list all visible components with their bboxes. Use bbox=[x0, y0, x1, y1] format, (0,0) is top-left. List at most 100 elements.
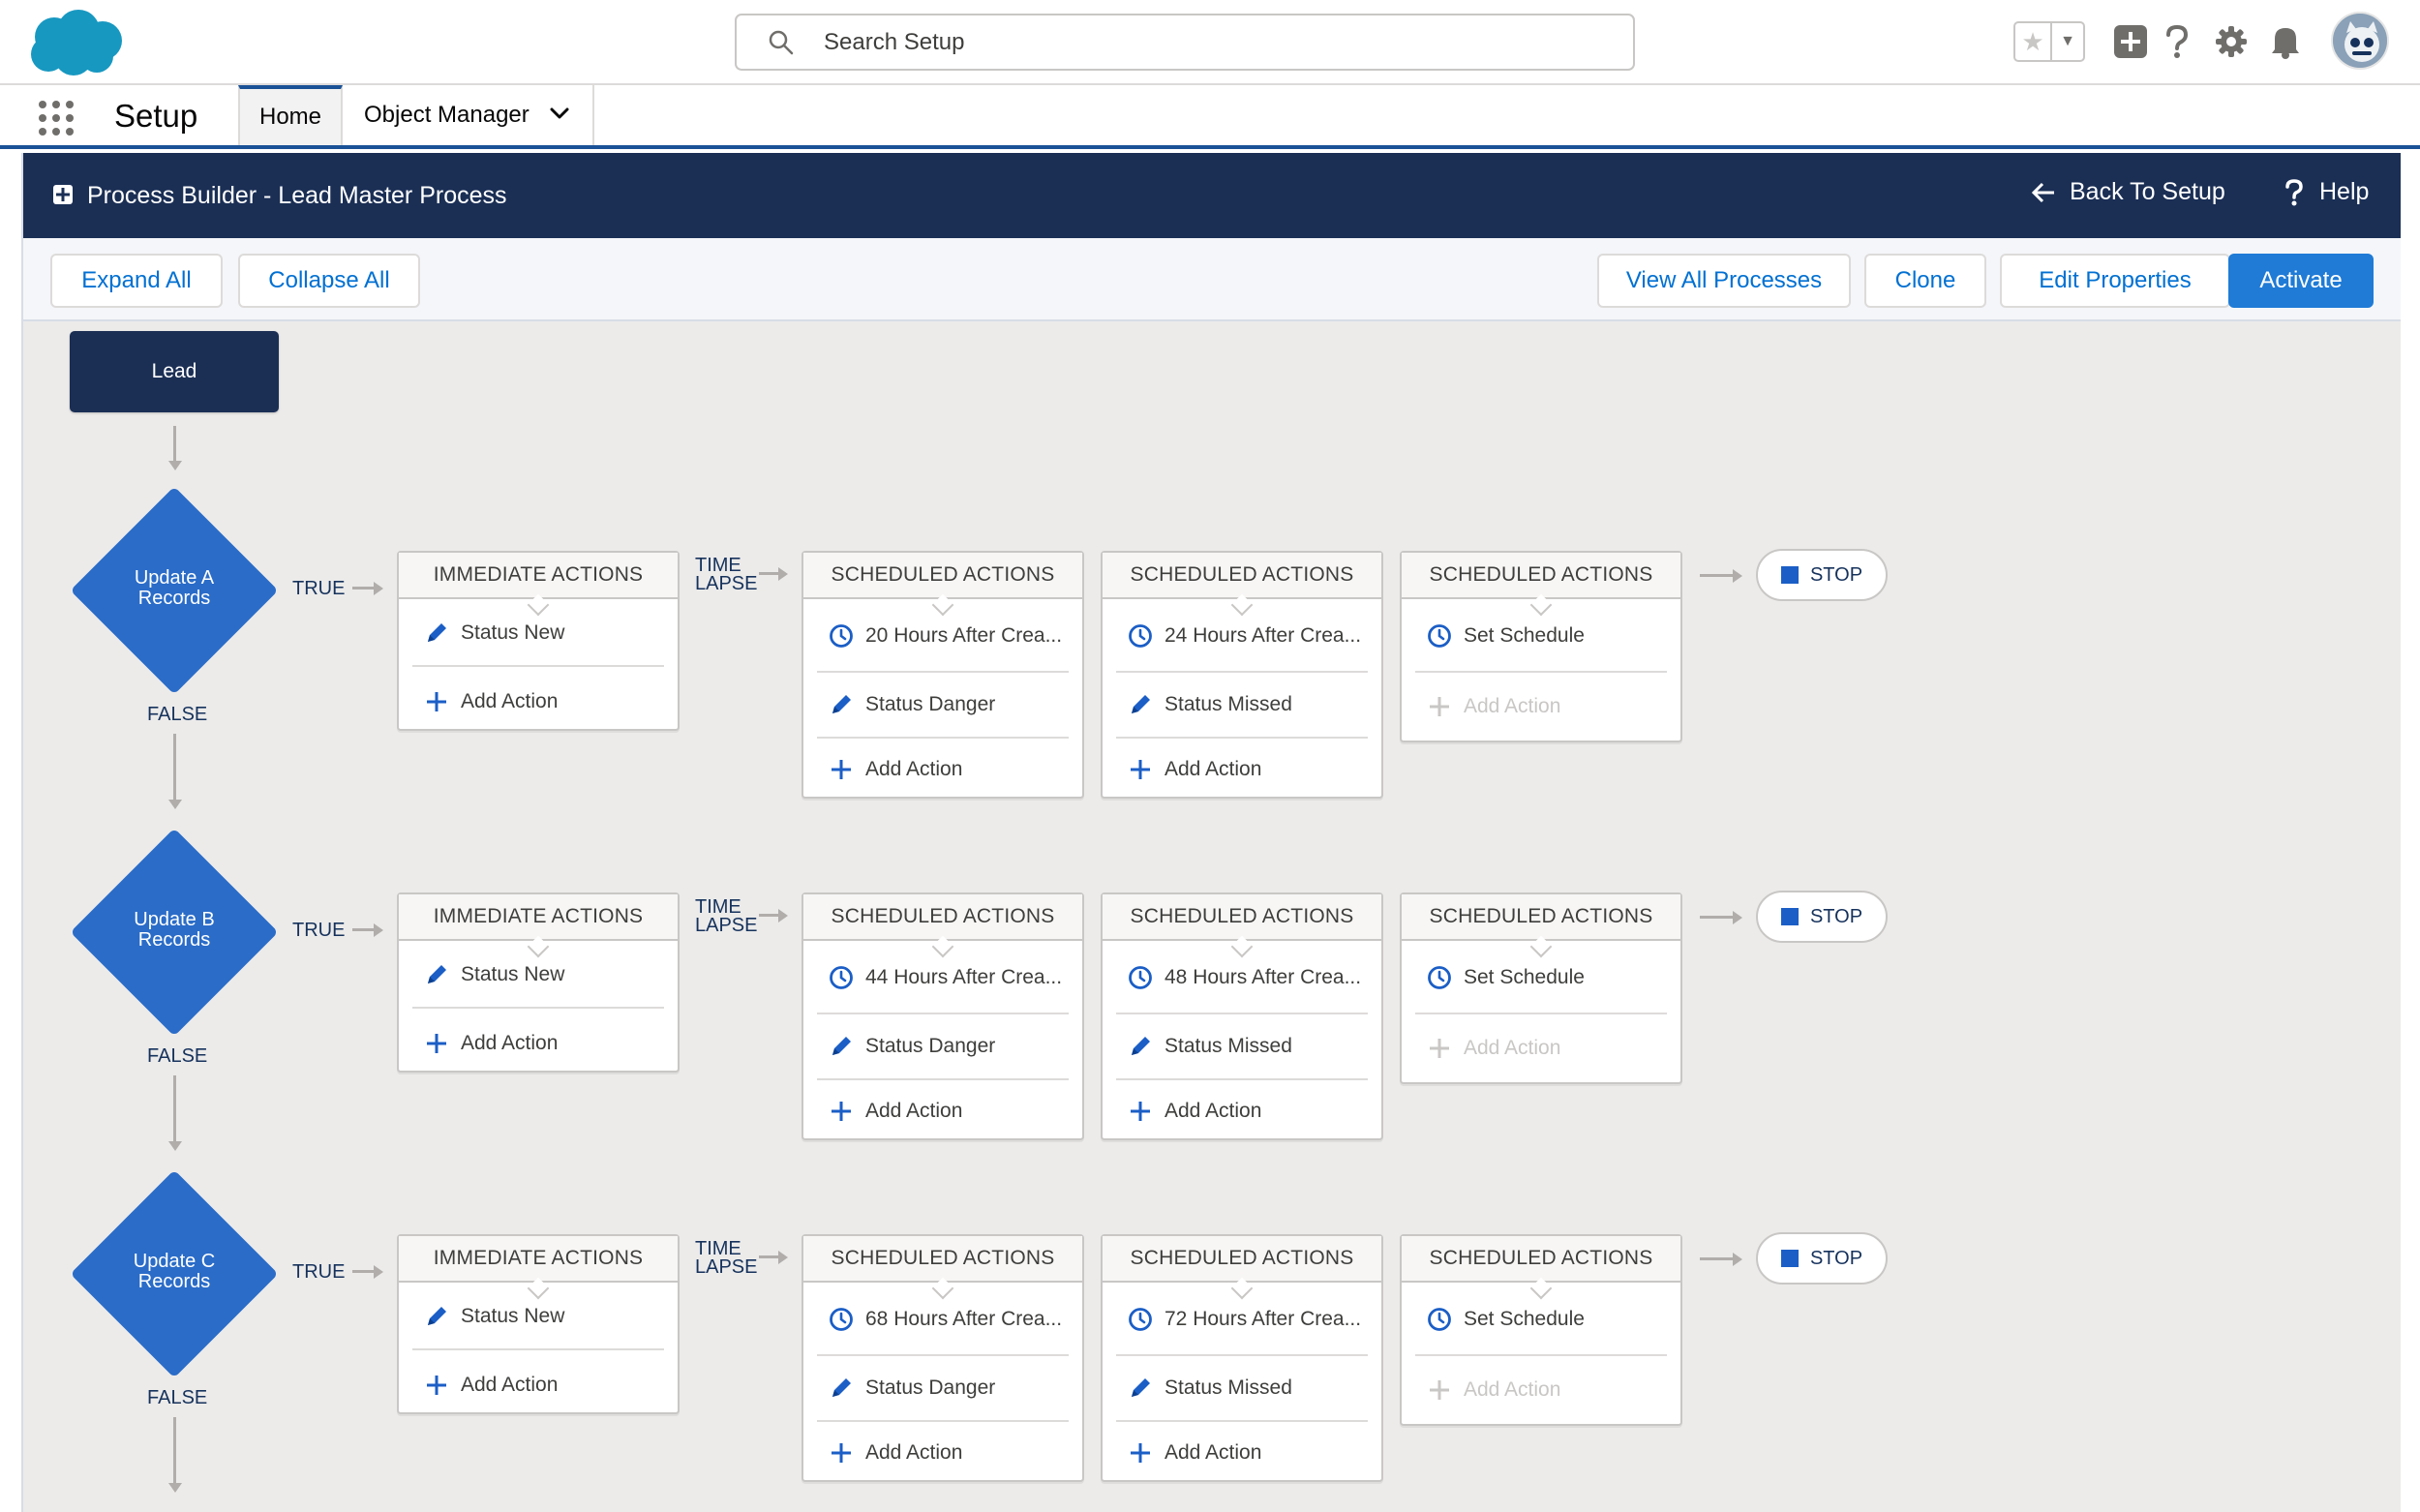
tab-home-label: Home bbox=[258, 104, 322, 130]
add-action-button[interactable]: Add Action bbox=[1116, 737, 1368, 802]
set-schedule-item[interactable]: Set Schedule bbox=[1415, 943, 1667, 1014]
scheduled-actions-card[interactable]: SCHEDULED ACTIONS 68 Hours After Crea... S… bbox=[802, 1234, 1084, 1482]
immediate-actions-card[interactable]: IMMEDIATE ACTIONS Status New Add Action bbox=[397, 892, 680, 1073]
connector-arrow bbox=[1733, 568, 1742, 583]
add-action-button[interactable]: Add Action bbox=[1116, 1420, 1368, 1486]
scheduled-actions-card[interactable]: SCHEDULED ACTIONS Set Schedule Add Action bbox=[1400, 892, 1682, 1084]
connector-arrow bbox=[374, 581, 383, 595]
true-label: TRUE bbox=[292, 1261, 346, 1283]
arrow-left-icon bbox=[2031, 182, 2054, 202]
action-item[interactable]: Status Danger bbox=[817, 673, 1069, 739]
process-canvas: Lead Update A Records TRUE FALSE IMMEDIATE A… bbox=[23, 321, 2401, 1512]
add-action-button[interactable]: Add Action bbox=[412, 1011, 664, 1076]
notifications-bell-icon[interactable] bbox=[2265, 21, 2306, 62]
object-node-lead[interactable]: Lead bbox=[70, 331, 279, 412]
back-to-setup-link[interactable]: Back To Setup bbox=[2031, 178, 2225, 206]
connector-arrow bbox=[778, 566, 788, 581]
action-item[interactable]: Status Missed bbox=[1116, 673, 1368, 739]
schedule-item[interactable]: 68 Hours After Crea... bbox=[817, 1285, 1069, 1356]
connector-line bbox=[1700, 574, 1735, 577]
setup-gear-icon[interactable] bbox=[2211, 21, 2252, 62]
search-box[interactable]: Search Setup bbox=[735, 14, 1635, 71]
user-avatar[interactable] bbox=[2331, 12, 2389, 70]
help-icon[interactable] bbox=[2157, 21, 2197, 62]
add-action-button[interactable]: Add Action bbox=[817, 1078, 1069, 1144]
add-action-label: Add Action bbox=[865, 1441, 963, 1464]
pencil-icon bbox=[428, 965, 446, 983]
immediate-actions-header: IMMEDIATE ACTIONS bbox=[399, 1236, 678, 1283]
schedule-item[interactable]: 72 Hours After Crea... bbox=[1116, 1285, 1368, 1356]
add-action-button[interactable]: Add Action bbox=[412, 669, 664, 735]
process-title: Process Builder - Lead Master Process bbox=[87, 182, 507, 209]
collapse-all-button[interactable]: Collapse All bbox=[238, 254, 420, 308]
add-action-label: Add Action bbox=[1165, 1100, 1262, 1122]
scheduled-actions-card[interactable]: SCHEDULED ACTIONS Set Schedule Add Action bbox=[1400, 1234, 1682, 1426]
activate-button[interactable]: Activate bbox=[2228, 254, 2374, 308]
criteria-label-line1: Update A bbox=[134, 567, 215, 589]
chevron-down-icon[interactable] bbox=[550, 106, 569, 120]
scheduled-actions-card[interactable]: SCHEDULED ACTIONS 24 Hours After Crea... S… bbox=[1101, 551, 1383, 799]
scheduled-actions-card[interactable]: SCHEDULED ACTIONS 48 Hours After Crea... S… bbox=[1101, 892, 1383, 1140]
plus-icon bbox=[427, 692, 446, 711]
schedule-item[interactable]: 24 Hours After Crea... bbox=[1116, 601, 1368, 673]
stop-node[interactable]: STOP bbox=[1756, 1232, 1888, 1285]
stop-square-icon bbox=[1780, 566, 1799, 584]
immediate-actions-card[interactable]: IMMEDIATE ACTIONS Status New Add Action bbox=[397, 551, 680, 731]
schedule-item[interactable]: 44 Hours After Crea... bbox=[817, 943, 1069, 1014]
add-action-button[interactable]: Add Action bbox=[817, 1420, 1069, 1486]
global-actions-icon[interactable] bbox=[2110, 21, 2151, 62]
help-link[interactable]: Help bbox=[2284, 178, 2369, 206]
scheduled-actions-header: SCHEDULED ACTIONS bbox=[803, 1236, 1082, 1283]
pencil-icon bbox=[832, 1378, 851, 1397]
scheduled-actions-card[interactable]: SCHEDULED ACTIONS 20 Hours After Crea... S… bbox=[802, 551, 1084, 799]
clone-button[interactable]: Clone bbox=[1864, 254, 1986, 308]
stop-label: STOP bbox=[1809, 563, 1863, 586]
question-icon bbox=[2285, 178, 2303, 205]
criteria-label-line2: Records bbox=[137, 588, 211, 609]
lapse-label: LAPSE bbox=[695, 915, 758, 936]
app-launcher-icon[interactable] bbox=[37, 99, 76, 137]
immediate-actions-card[interactable]: IMMEDIATE ACTIONS Status New Add Action bbox=[397, 1234, 680, 1414]
plus-icon bbox=[1430, 697, 1449, 716]
add-action-label: Add Action bbox=[865, 1100, 963, 1122]
add-action-button[interactable]: Add Action bbox=[817, 737, 1069, 802]
scheduled-actions-card[interactable]: SCHEDULED ACTIONS 72 Hours After Crea... S… bbox=[1101, 1234, 1383, 1482]
action-item[interactable]: Status New bbox=[412, 601, 664, 667]
schedule-item[interactable]: 48 Hours After Crea... bbox=[1116, 943, 1368, 1014]
scheduled-actions-header: SCHEDULED ACTIONS bbox=[1402, 1236, 1680, 1283]
favorite-star-icon[interactable]: ★ bbox=[2015, 23, 2052, 60]
view-all-processes-button[interactable]: View All Processes bbox=[1597, 254, 1851, 308]
expand-all-button[interactable]: Expand All bbox=[50, 254, 223, 308]
action-item[interactable]: Status Missed bbox=[1116, 1356, 1368, 1422]
back-to-setup-label: Back To Setup bbox=[2070, 178, 2225, 205]
stop-node[interactable]: STOP bbox=[1756, 891, 1888, 943]
connector-line bbox=[759, 572, 780, 575]
scheduled-actions-card[interactable]: SCHEDULED ACTIONS Set Schedule Add Action bbox=[1400, 551, 1682, 742]
add-action-button[interactable]: Add Action bbox=[1116, 1078, 1368, 1144]
action-item[interactable]: Status New bbox=[412, 1285, 664, 1350]
action-label: Status Missed bbox=[1165, 1376, 1292, 1399]
set-schedule-item[interactable]: Set Schedule bbox=[1415, 601, 1667, 673]
clock-icon bbox=[1428, 966, 1451, 989]
scheduled-actions-card[interactable]: SCHEDULED ACTIONS 44 Hours After Crea... S… bbox=[802, 892, 1084, 1140]
stop-node[interactable]: STOP bbox=[1756, 549, 1888, 601]
action-item[interactable]: Status Missed bbox=[1116, 1014, 1368, 1080]
pencil-icon bbox=[1132, 1378, 1150, 1397]
action-item[interactable]: Status New bbox=[412, 943, 664, 1009]
edit-properties-button[interactable]: Edit Properties bbox=[2000, 254, 2230, 308]
action-item[interactable]: Status Danger bbox=[817, 1014, 1069, 1080]
schedule-item[interactable]: 20 Hours After Crea... bbox=[817, 601, 1069, 673]
plus-icon bbox=[427, 1376, 446, 1395]
pencil-icon bbox=[1132, 695, 1150, 713]
action-item[interactable]: Status Danger bbox=[817, 1356, 1069, 1422]
set-schedule-item[interactable]: Set Schedule bbox=[1415, 1285, 1667, 1356]
stop-label: STOP bbox=[1809, 1247, 1863, 1269]
process-toolbar: Expand All Collapse All View All Process… bbox=[23, 238, 2401, 321]
connector-line bbox=[1700, 916, 1735, 919]
tab-object-manager[interactable]: Object Manager bbox=[343, 85, 594, 145]
favorites-dropdown-icon[interactable]: ▼ bbox=[2052, 23, 2083, 60]
salesforce-logo[interactable] bbox=[25, 8, 124, 77]
tab-home[interactable]: Home bbox=[238, 85, 343, 145]
add-action-label: Add Action bbox=[1464, 695, 1561, 717]
add-action-button[interactable]: Add Action bbox=[412, 1352, 664, 1418]
